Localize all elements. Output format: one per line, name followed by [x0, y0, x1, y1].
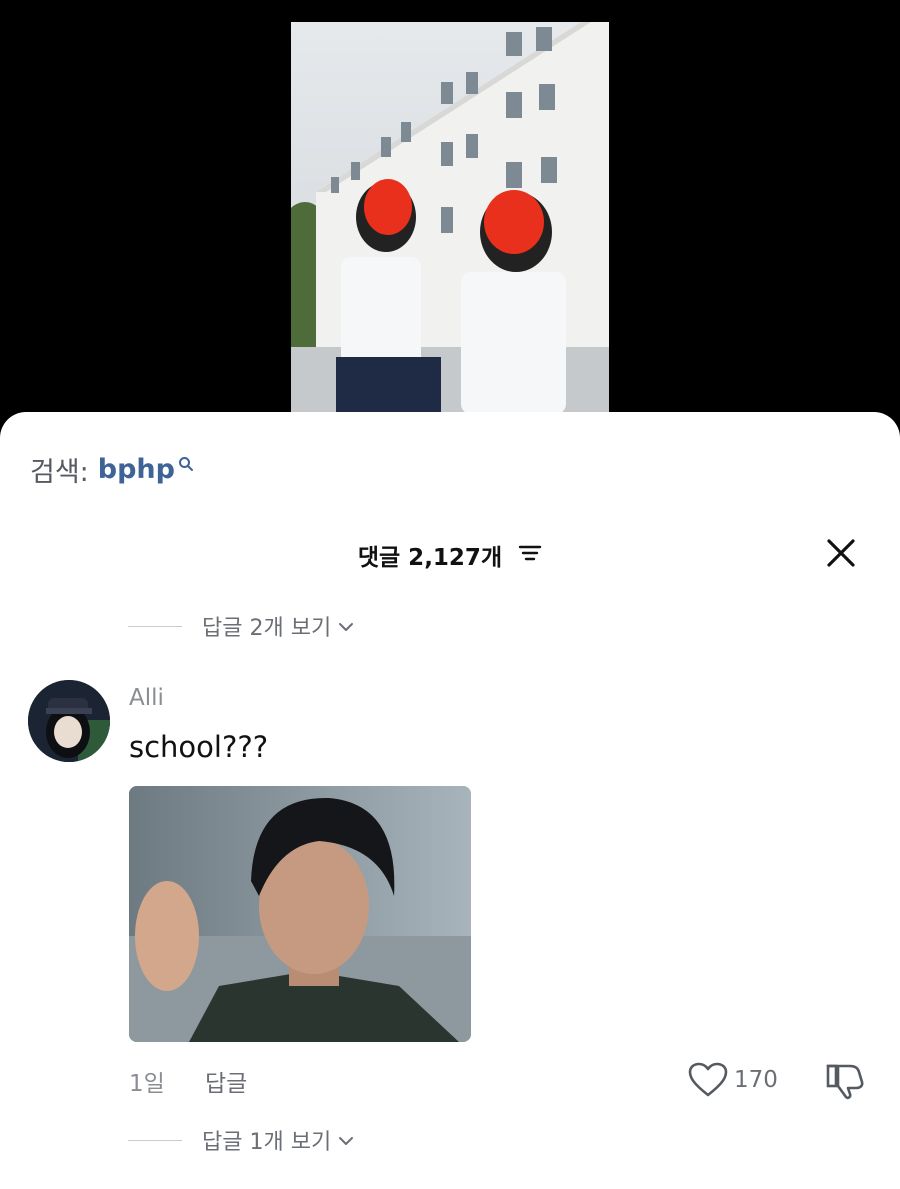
comment-image[interactable] — [129, 786, 471, 1042]
divider — [128, 1139, 182, 1141]
reply-button[interactable]: 답글 — [205, 1064, 247, 1098]
search-term[interactable]: bphp — [98, 454, 175, 485]
heart-icon — [688, 1062, 728, 1097]
chevron-down-icon — [337, 614, 355, 639]
thumbs-down-icon — [826, 1064, 864, 1100]
avatar[interactable] — [28, 680, 110, 762]
view-replies-top[interactable]: 답글 2개 보기 — [128, 610, 355, 642]
comment-username[interactable]: Alli — [129, 685, 164, 711]
comment-text: school??? — [129, 730, 269, 764]
view-replies-bottom[interactable]: 답글 1개 보기 — [128, 1124, 355, 1156]
comment-timestamp: 1일 — [129, 1071, 165, 1097]
view-replies-label: 답글 1개 보기 — [202, 1130, 332, 1155]
comments-header: 댓글 2,127개 — [0, 534, 900, 574]
like-count: 170 — [734, 1067, 778, 1093]
view-replies-label: 답글 2개 보기 — [202, 616, 332, 641]
sort-icon[interactable] — [518, 542, 542, 568]
close-button[interactable] — [822, 534, 860, 572]
close-icon — [827, 539, 855, 567]
like-button[interactable]: 170 — [688, 1062, 778, 1098]
comment-count-header: 댓글 2,127개 — [0, 538, 900, 572]
chevron-down-icon — [337, 1128, 355, 1153]
search-suggestion[interactable]: 검색: bphp — [30, 450, 194, 489]
search-prefix: 검색: — [30, 457, 89, 488]
dislike-button[interactable] — [824, 1062, 866, 1104]
divider — [128, 625, 182, 627]
comment-count: 댓글 2,127개 — [357, 545, 503, 571]
video-area — [0, 0, 900, 420]
video-thumbnail[interactable] — [291, 22, 609, 414]
comments-sheet: 검색: bphp 댓글 2,127개 답글 2개 보기 Alli school?… — [0, 412, 900, 1189]
search-icon[interactable] — [178, 448, 194, 479]
